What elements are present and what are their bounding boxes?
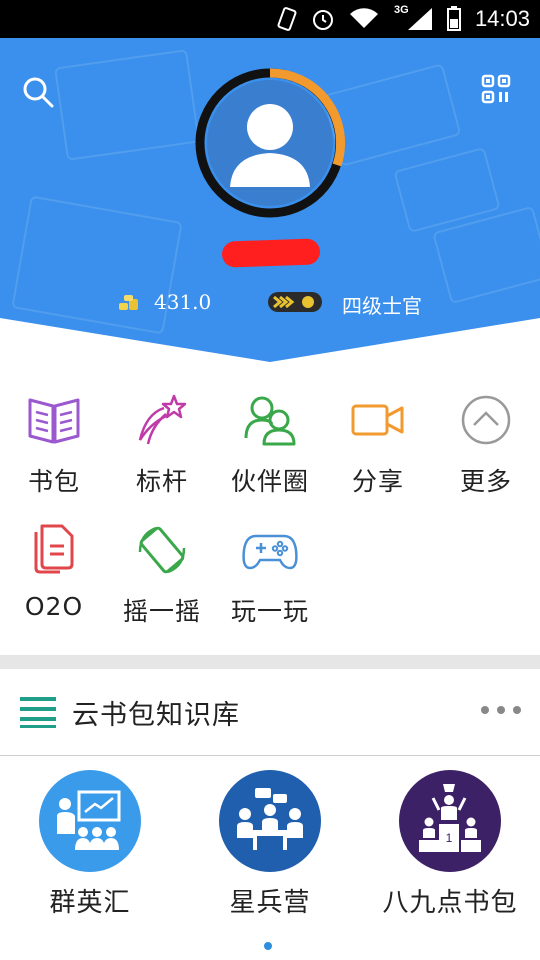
feature-label: 标杆	[135, 467, 188, 496]
menu-icon[interactable]	[20, 695, 56, 729]
alarm-icon	[313, 10, 333, 30]
avatar[interactable]	[194, 67, 346, 219]
feature-label: 伙伴圈	[230, 467, 309, 496]
kb-item-label: 群英汇	[49, 888, 131, 918]
shooting-star-icon	[138, 394, 187, 445]
username-redacted	[221, 238, 321, 268]
feature-o2o[interactable]: O2O	[0, 522, 108, 621]
video-icon	[351, 404, 404, 436]
feature-share[interactable]: 分享	[324, 392, 432, 498]
feature-label: 更多	[459, 467, 512, 496]
kb-item-camp[interactable]: 星兵营	[180, 770, 360, 919]
kb-item-label: 八九点书包	[382, 888, 518, 918]
feature-play[interactable]: 玩一玩	[216, 522, 324, 628]
documents-icon	[34, 524, 74, 574]
coins-icon	[119, 295, 138, 310]
vibrate-icon	[277, 7, 297, 31]
presentation-icon	[57, 790, 121, 850]
podium-icon: 1	[419, 784, 481, 852]
feature-label: 摇一摇	[122, 597, 201, 626]
status-bar: 3G 14:03	[0, 0, 540, 38]
feature-benchmark[interactable]: 标杆	[108, 392, 216, 498]
kb-item-circle: 1	[399, 770, 501, 872]
meeting-icon	[237, 788, 303, 850]
kb-item-schoolbag[interactable]: 1 八九点书包	[360, 770, 540, 919]
qr-code-icon[interactable]	[481, 74, 511, 104]
kb-item-label: 星兵营	[229, 888, 311, 918]
wifi-icon	[350, 8, 378, 28]
kb-item-circle	[39, 770, 141, 872]
feature-label: 分享	[351, 467, 404, 496]
rotate-phone-icon	[138, 526, 186, 574]
battery-icon	[447, 6, 461, 31]
signal-icon	[408, 8, 432, 30]
feature-shake[interactable]: 摇一摇	[108, 522, 216, 628]
feature-label: O2O	[24, 592, 84, 621]
clock: 14:03	[474, 6, 530, 31]
feature-label: 玩一玩	[230, 597, 309, 626]
gamepad-icon	[242, 534, 298, 570]
feature-more[interactable]: 更多	[432, 392, 540, 498]
kb-item-heroes[interactable]: 群英汇	[0, 770, 180, 919]
more-options-icon[interactable]	[480, 705, 522, 715]
book-icon	[28, 398, 80, 444]
feature-label: 书包	[27, 467, 80, 496]
svg-text:1: 1	[446, 831, 453, 845]
points-value: 431.0	[154, 290, 212, 314]
rank-badge-icon	[268, 292, 322, 312]
feature-partners[interactable]: 伙伴圈	[216, 392, 324, 498]
partners-icon	[244, 396, 296, 446]
chevron-up-icon	[461, 395, 511, 445]
search-icon[interactable]	[22, 76, 54, 108]
rank-title: 四级士官	[342, 294, 422, 318]
section-title: 云书包知识库	[72, 700, 240, 731]
kb-item-circle	[219, 770, 321, 872]
knowledge-base-header: 云书包知识库	[0, 669, 540, 756]
feature-book[interactable]: 书包	[0, 392, 108, 498]
page-indicator-dot	[264, 942, 272, 950]
section-divider	[0, 655, 540, 669]
